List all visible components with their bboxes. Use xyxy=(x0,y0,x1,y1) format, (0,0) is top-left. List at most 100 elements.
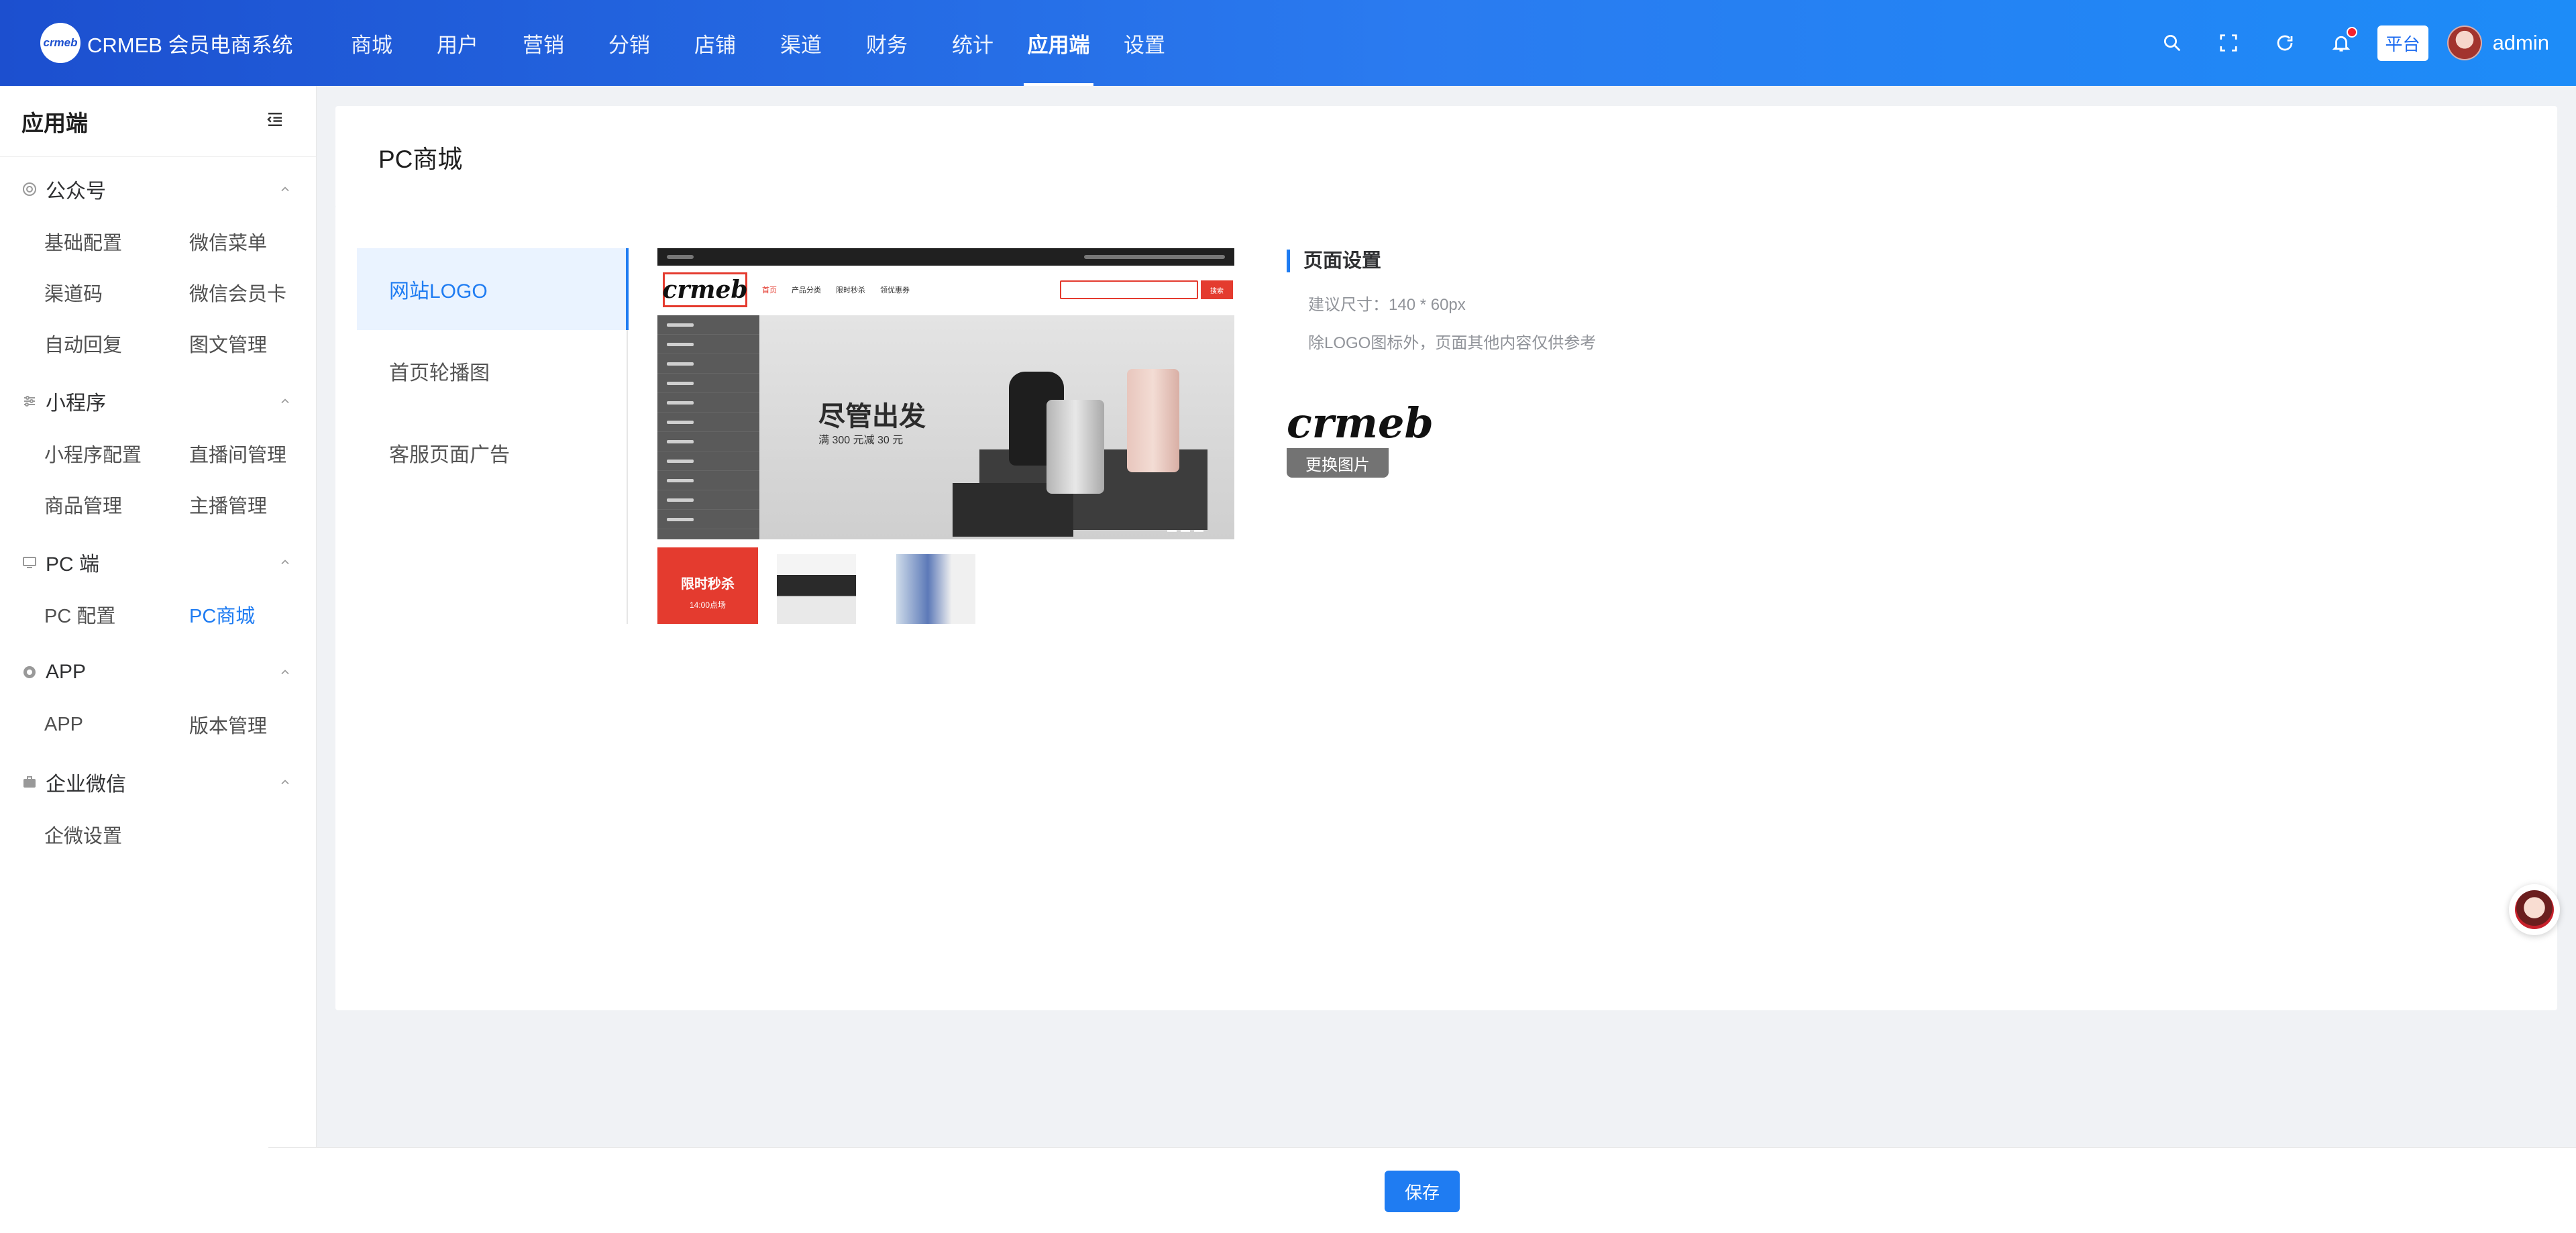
bell-icon[interactable] xyxy=(2313,15,2369,71)
top-navbar: crmeb CRMEB 会员电商系统 商城 用户 营销 分销 店铺 渠道 财务 … xyxy=(0,0,2576,86)
notification-dot xyxy=(2346,27,2357,38)
save-button[interactable]: 保存 xyxy=(1385,1171,1460,1212)
sidebar-group-label: PC 端 xyxy=(46,553,100,576)
sidebar-group-head[interactable]: 小程序 xyxy=(0,374,316,428)
customer-service-avatar[interactable] xyxy=(2509,884,2560,935)
preview-menu: 首页 产品分类 限时秒杀 领优惠券 xyxy=(762,284,924,295)
sidebar-group-miniprogram: 小程序 小程序配置 直播间管理 商品管理 主播管理 xyxy=(0,374,316,530)
tab-home-carousel[interactable]: 首页轮播图 xyxy=(357,330,627,412)
chevron-up-icon xyxy=(281,669,289,675)
preview-banner-sub: 满 300 元减 30 元 xyxy=(818,435,904,446)
preview-menu-item: 限时秒杀 xyxy=(836,286,865,294)
miniprogram-icon xyxy=(24,396,35,407)
settings-title: 页面设置 xyxy=(1287,250,2226,272)
sidebar-item[interactable]: PC 配置 xyxy=(44,589,189,640)
preview-menu-item: 产品分类 xyxy=(792,286,821,294)
sidebar-group-official-account: 公众号 基础配置 微信菜单 渠道码 微信会员卡 自动回复 图文管理 xyxy=(0,162,316,369)
wechat-icon xyxy=(23,182,36,196)
nav-item-channel[interactable]: 渠道 xyxy=(758,0,844,86)
change-image-button[interactable]: 更换图片 xyxy=(1287,448,1389,478)
preview-carousel-dots xyxy=(1167,530,1208,532)
footer-bar: 保存 xyxy=(268,1147,2576,1233)
nav-item-store[interactable]: 店铺 xyxy=(672,0,758,86)
nav-item-statistics[interactable]: 统计 xyxy=(930,0,1016,86)
nav-item-settings[interactable]: 设置 xyxy=(1102,0,1187,86)
sidebar-group-label: 企业微信 xyxy=(46,773,126,796)
brand[interactable]: crmeb CRMEB 会员电商系统 xyxy=(40,23,329,63)
app-icon xyxy=(23,666,36,678)
fullscreen-icon[interactable] xyxy=(2200,15,2257,71)
main-nav: 商城 用户 营销 分销 店铺 渠道 财务 统计 应用端 设置 xyxy=(329,0,1187,86)
sidebar-item[interactable]: 基础配置 xyxy=(44,216,189,267)
chevron-up-icon xyxy=(281,398,289,404)
sidebar-group-head[interactable]: PC 端 xyxy=(0,535,316,589)
nav-item-marketing[interactable]: 营销 xyxy=(500,0,586,86)
briefcase-icon xyxy=(23,776,36,788)
sidebar-item[interactable]: 小程序配置 xyxy=(44,428,189,479)
setting-tabs: 网站LOGO 首页轮播图 客服页面广告 xyxy=(357,248,629,624)
preview-banner: 尽管出发 满 300 元减 30 元 xyxy=(657,315,1234,539)
content-card: 网站LOGO 首页轮播图 客服页面广告 crmeb 首页 产品分类 限时秒杀 领… xyxy=(335,205,2557,1010)
sidebar-group-wecom: 企业微信 企微设置 xyxy=(0,755,316,860)
preview-top-strip xyxy=(657,248,1234,266)
sidebar-item-pc-mall[interactable]: PC商城 xyxy=(189,589,334,640)
sidebar-item[interactable]: 直播间管理 xyxy=(189,428,334,479)
preview-product-thumb xyxy=(896,554,975,624)
page-settings: 页面设置 建议尺寸：140 * 60px 除LOGO图标外，页面其他内容仅供参考… xyxy=(1287,250,2226,478)
preview-product-row: 限时秒杀 14:00点场 xyxy=(657,542,1234,624)
sidebar-header: 应用端 xyxy=(0,86,316,157)
search-icon[interactable] xyxy=(2144,15,2200,71)
preview-search-button: 搜索 xyxy=(1201,280,1233,299)
preview-flash-sale-title: 限时秒杀 xyxy=(681,577,735,592)
sidebar-item[interactable]: 企微设置 xyxy=(44,809,189,860)
preview-menu-item: 首页 xyxy=(762,286,777,294)
sidebar-group-head[interactable]: APP xyxy=(0,645,316,699)
sidebar-item[interactable]: 主播管理 xyxy=(189,479,334,530)
sidebar-item[interactable]: 微信菜单 xyxy=(189,216,334,267)
sidebar-item[interactable]: 版本管理 xyxy=(189,699,334,750)
tab-website-logo[interactable]: 网站LOGO xyxy=(357,248,629,330)
preview-category-list xyxy=(657,315,759,539)
platform-badge[interactable]: 平台 xyxy=(2377,25,2428,61)
preview-product-thumb xyxy=(777,554,856,624)
sidebar-group-head[interactable]: 公众号 xyxy=(0,162,316,216)
reference-hint: 除LOGO图标外，页面其他内容仅供参考 xyxy=(1308,334,1597,352)
nav-item-mall[interactable]: 商城 xyxy=(329,0,415,86)
sidebar-group-label: 小程序 xyxy=(46,392,106,415)
top-right-tools: 平台 admin xyxy=(2144,0,2549,86)
preview-luggage-silver xyxy=(1046,400,1104,494)
preview-header: crmeb 首页 产品分类 限时秒杀 领优惠券 搜索 xyxy=(657,266,1234,314)
page-title: PC商城 xyxy=(378,146,463,173)
brand-title: CRMEB 会员电商系统 xyxy=(87,33,293,57)
page-header: PC商城 xyxy=(335,106,2557,208)
preview-search-box xyxy=(1060,280,1198,299)
chevron-up-icon xyxy=(281,559,289,565)
monitor-icon xyxy=(23,557,36,568)
size-hint: 建议尺寸：140 * 60px xyxy=(1308,296,1466,314)
nav-item-distribution[interactable]: 分销 xyxy=(586,0,672,86)
sidebar-group-pc: PC 端 PC 配置 PC商城 xyxy=(0,535,316,640)
tab-service-ad[interactable]: 客服页面广告 xyxy=(357,412,627,494)
preview-banner-slogan: 尽管出发 xyxy=(818,402,926,431)
nav-item-app[interactable]: 应用端 xyxy=(1016,0,1102,86)
sidebar-item[interactable]: 微信会员卡 xyxy=(189,267,334,318)
sidebar: 应用端 公众号 基础配置 微信菜单 渠道码 微信会员卡 自动回复 图文管理 小程… xyxy=(0,86,317,1233)
preview-flash-sale: 限时秒杀 14:00点场 xyxy=(657,547,758,624)
logo-upload[interactable]: crmeb 更换图片 xyxy=(1287,386,1434,478)
sidebar-group-head[interactable]: 企业微信 xyxy=(0,755,316,809)
user-avatar[interactable] xyxy=(2447,25,2482,60)
username[interactable]: admin xyxy=(2493,31,2549,55)
collapse-menu-icon[interactable] xyxy=(265,109,285,133)
sidebar-group-label: APP xyxy=(46,661,87,683)
sidebar-item[interactable]: 自动回复 xyxy=(44,318,189,369)
chevron-up-icon xyxy=(281,780,289,785)
sidebar-item[interactable]: 商品管理 xyxy=(44,479,189,530)
nav-item-users[interactable]: 用户 xyxy=(415,0,500,86)
refresh-icon[interactable] xyxy=(2257,15,2313,71)
sidebar-item[interactable]: 图文管理 xyxy=(189,318,334,369)
sidebar-item[interactable]: 渠道码 xyxy=(44,267,189,318)
nav-item-finance[interactable]: 财务 xyxy=(844,0,930,86)
pc-preview-image: crmeb 首页 产品分类 限时秒杀 领优惠券 搜索 尽管出发 满 300 元减… xyxy=(657,248,1234,624)
brand-logo: crmeb xyxy=(40,23,80,63)
sidebar-item[interactable]: APP xyxy=(44,699,189,750)
